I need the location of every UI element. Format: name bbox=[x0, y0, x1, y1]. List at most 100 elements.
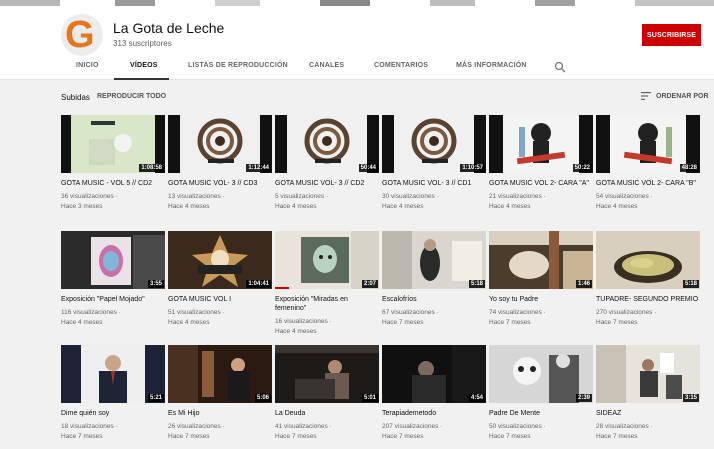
video-views: 67 visualizaciones · bbox=[382, 309, 439, 316]
video-title[interactable]: Es Mi Hijo bbox=[168, 409, 272, 418]
video-card[interactable]: 1:46 Yo soy tu Padre 74 visualizaciones · H… bbox=[489, 231, 593, 328]
search-icon[interactable] bbox=[554, 61, 566, 73]
video-card[interactable]: 1:04:41 GOTA MUSIC VOL I 51 visualizacione… bbox=[168, 231, 272, 328]
avatar-letter: G bbox=[65, 14, 95, 56]
video-title[interactable]: Terapiademetodo bbox=[382, 409, 486, 418]
video-duration: 2:07 bbox=[361, 280, 378, 288]
video-thumbnail[interactable]: 50:44 bbox=[275, 115, 379, 173]
subscribe-button[interactable]: SUSCRIBIRSE bbox=[642, 24, 701, 46]
video-title[interactable]: GOTA MUSIC VOL- 3 // CD1 bbox=[382, 179, 486, 188]
video-title[interactable]: La Deuda bbox=[275, 409, 379, 418]
video-thumbnail[interactable]: 2:07 bbox=[275, 231, 379, 289]
subscriber-count: 313 suscriptores bbox=[113, 39, 172, 48]
video-thumbnail[interactable]: 4:54 bbox=[382, 345, 486, 403]
video-title[interactable]: Exposición "Miradas en femenino" bbox=[275, 295, 379, 313]
video-card[interactable]: 5:01 La Deuda 41 visualizaciones · Hace 7 m… bbox=[275, 345, 379, 442]
video-card[interactable]: 1:12:44 GOTA MUSIC VOL- 3 // CD3 13 visual… bbox=[168, 115, 272, 212]
video-duration: 3:15 bbox=[682, 394, 699, 402]
sort-button[interactable]: ORDENAR POR bbox=[641, 92, 709, 100]
video-age: Hace 7 meses bbox=[489, 433, 531, 440]
video-title[interactable]: GOTA MUSIC VOL 2- CARA "B" bbox=[596, 179, 700, 188]
video-age: Hace 3 meses bbox=[61, 203, 103, 210]
video-duration: 50:22 bbox=[572, 164, 592, 172]
video-thumbnail[interactable]: 1:46 bbox=[489, 231, 593, 289]
video-age: Hace 4 meses bbox=[596, 203, 638, 210]
video-card[interactable]: 4:54 Terapiademetodo 207 visualizaciones ·… bbox=[382, 345, 486, 442]
video-views: 30 visualizaciones · bbox=[382, 193, 439, 200]
video-thumbnail[interactable]: 1:12:44 bbox=[168, 115, 272, 173]
tab-comentarios[interactable]: COMENTARIOS bbox=[374, 62, 428, 69]
video-thumbnail[interactable]: 1:10:57 bbox=[382, 115, 486, 173]
video-duration: 5:06 bbox=[254, 394, 271, 402]
video-thumbnail[interactable]: 5:01 bbox=[275, 345, 379, 403]
video-title[interactable]: GOTA MUSIC VOL I bbox=[168, 295, 272, 304]
video-views: 54 visualizaciones · bbox=[596, 193, 653, 200]
video-thumbnail[interactable]: 1:04:41 bbox=[168, 231, 272, 289]
video-title[interactable]: Padre De Mente bbox=[489, 409, 593, 418]
video-age: Hace 7 meses bbox=[275, 433, 317, 440]
video-title[interactable]: GOTA MUSIC VOL 2- CARA "A" bbox=[489, 179, 593, 188]
video-age: Hace 7 meses bbox=[382, 433, 424, 440]
video-duration: 1:12:44 bbox=[246, 164, 271, 172]
video-thumbnail[interactable]: 5:06 bbox=[168, 345, 272, 403]
video-title[interactable]: Yo soy tu Padre bbox=[489, 295, 593, 304]
video-thumbnail[interactable]: 3:15 bbox=[596, 345, 700, 403]
video-thumbnail[interactable]: 1:08:58 bbox=[61, 115, 165, 173]
video-title[interactable]: GOTA MUSIC VOL- 3 // CD2 bbox=[275, 179, 379, 188]
tab-canales[interactable]: CANALES bbox=[309, 62, 344, 69]
video-views: 5 visualizaciones · bbox=[275, 193, 329, 200]
video-card[interactable]: 5:21 Dime quién soy 18 visualizaciones · Ha… bbox=[61, 345, 165, 442]
video-title[interactable]: GOTA MUSIC VOL- 3 // CD3 bbox=[168, 179, 272, 188]
video-thumbnail[interactable]: 50:22 bbox=[489, 115, 593, 173]
video-card[interactable]: 3:15 SIDEAZ 28 visualizaciones · Hace 7 mes… bbox=[596, 345, 700, 442]
video-card[interactable]: 5:06 Es Mi Hijo 26 visualizaciones · Hace 7… bbox=[168, 345, 272, 442]
play-all-button[interactable]: REPRODUCIR TODO bbox=[97, 93, 166, 100]
video-card[interactable]: 50:22 GOTA MUSIC VOL 2- CARA "A" 21 visual… bbox=[489, 115, 593, 212]
section-title: Subidas bbox=[61, 93, 90, 102]
video-thumbnail[interactable]: 3:55 bbox=[61, 231, 165, 289]
video-thumbnail[interactable]: 48:28 bbox=[596, 115, 700, 173]
tab-videos[interactable]: VÍDEOS bbox=[130, 62, 158, 69]
channel-name: La Gota de Leche bbox=[113, 20, 225, 36]
video-title[interactable]: TUPADRE- SEGUNDO PREMIO bbox=[596, 295, 700, 304]
video-views: 21 visualizaciones · bbox=[489, 193, 546, 200]
video-age: Hace 4 meses bbox=[382, 203, 424, 210]
video-card[interactable]: 2:39 Padre De Mente 50 visualizaciones · Ha… bbox=[489, 345, 593, 442]
video-age: Hace 7 meses bbox=[61, 433, 103, 440]
video-duration: 5:18 bbox=[682, 280, 699, 288]
video-duration: 1:08:58 bbox=[139, 164, 164, 172]
video-views: 116 visualizaciones · bbox=[61, 309, 121, 316]
video-thumbnail[interactable]: 5:18 bbox=[596, 231, 700, 289]
video-duration: 4:54 bbox=[468, 394, 485, 402]
video-title[interactable]: Escalofríos bbox=[382, 295, 486, 304]
channel-avatar[interactable]: G bbox=[61, 14, 103, 56]
video-age: Hace 7 meses bbox=[489, 319, 531, 326]
tab-listas[interactable]: LISTAS DE REPRODUCCIÓN bbox=[188, 62, 288, 69]
video-views: 26 visualizaciones · bbox=[168, 423, 225, 430]
video-title[interactable]: GOTA MUSIC - VOL 5 // CD2 bbox=[61, 179, 165, 188]
video-card[interactable]: 5:18 TUPADRE- SEGUNDO PREMIO 270 visualiza… bbox=[596, 231, 700, 328]
tab-mas-informacion[interactable]: MÁS INFORMACIÓN bbox=[456, 62, 527, 69]
video-title[interactable]: Exposición "Papel Mojado" bbox=[61, 295, 165, 304]
video-views: 51 visualizaciones · bbox=[168, 309, 225, 316]
video-duration: 1:10:57 bbox=[460, 164, 485, 172]
video-thumbnail[interactable]: 5:18 bbox=[382, 231, 486, 289]
video-title[interactable]: Dime quién soy bbox=[61, 409, 165, 418]
video-thumbnail[interactable]: 2:39 bbox=[489, 345, 593, 403]
tab-inicio[interactable]: INICIO bbox=[76, 62, 99, 69]
video-views: 270 visualizaciones · bbox=[596, 309, 657, 316]
video-thumbnail[interactable]: 5:21 bbox=[61, 345, 165, 403]
video-views: 207 visualizaciones · bbox=[382, 423, 443, 430]
video-duration: 5:21 bbox=[147, 394, 164, 402]
video-card[interactable]: 1:10:57 GOTA MUSIC VOL- 3 // CD1 30 visual… bbox=[382, 115, 486, 212]
video-card[interactable]: 1:08:58 GOTA MUSIC - VOL 5 // CD2 36 visua… bbox=[61, 115, 165, 212]
video-duration: 50:44 bbox=[358, 164, 378, 172]
video-card[interactable]: 48:28 GOTA MUSIC VOL 2- CARA "B" 54 visual… bbox=[596, 115, 700, 212]
video-card[interactable]: 50:44 GOTA MUSIC VOL- 3 // CD2 5 visualiza… bbox=[275, 115, 379, 212]
video-card[interactable]: 2:07 Exposición "Miradas en femenino" 16 v… bbox=[275, 231, 379, 337]
video-title[interactable]: SIDEAZ bbox=[596, 409, 700, 418]
video-card[interactable]: 3:55 Exposición "Papel Mojado" 116 visuali… bbox=[61, 231, 165, 328]
video-views: 36 visualizaciones · bbox=[61, 193, 118, 200]
channel-tabs: INICIO VÍDEOS LISTAS DE REPRODUCCIÓN CAN… bbox=[0, 56, 714, 80]
video-card[interactable]: 5:18 Escalofríos 67 visualizaciones · Hace … bbox=[382, 231, 486, 328]
